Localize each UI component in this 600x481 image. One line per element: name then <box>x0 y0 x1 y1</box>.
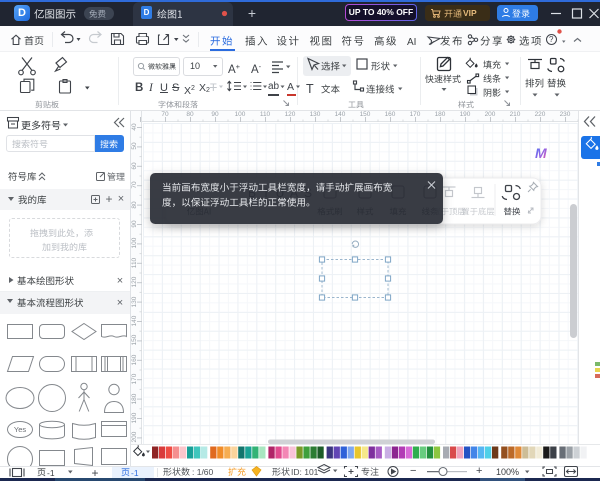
svg-text:M: M <box>535 145 547 161</box>
